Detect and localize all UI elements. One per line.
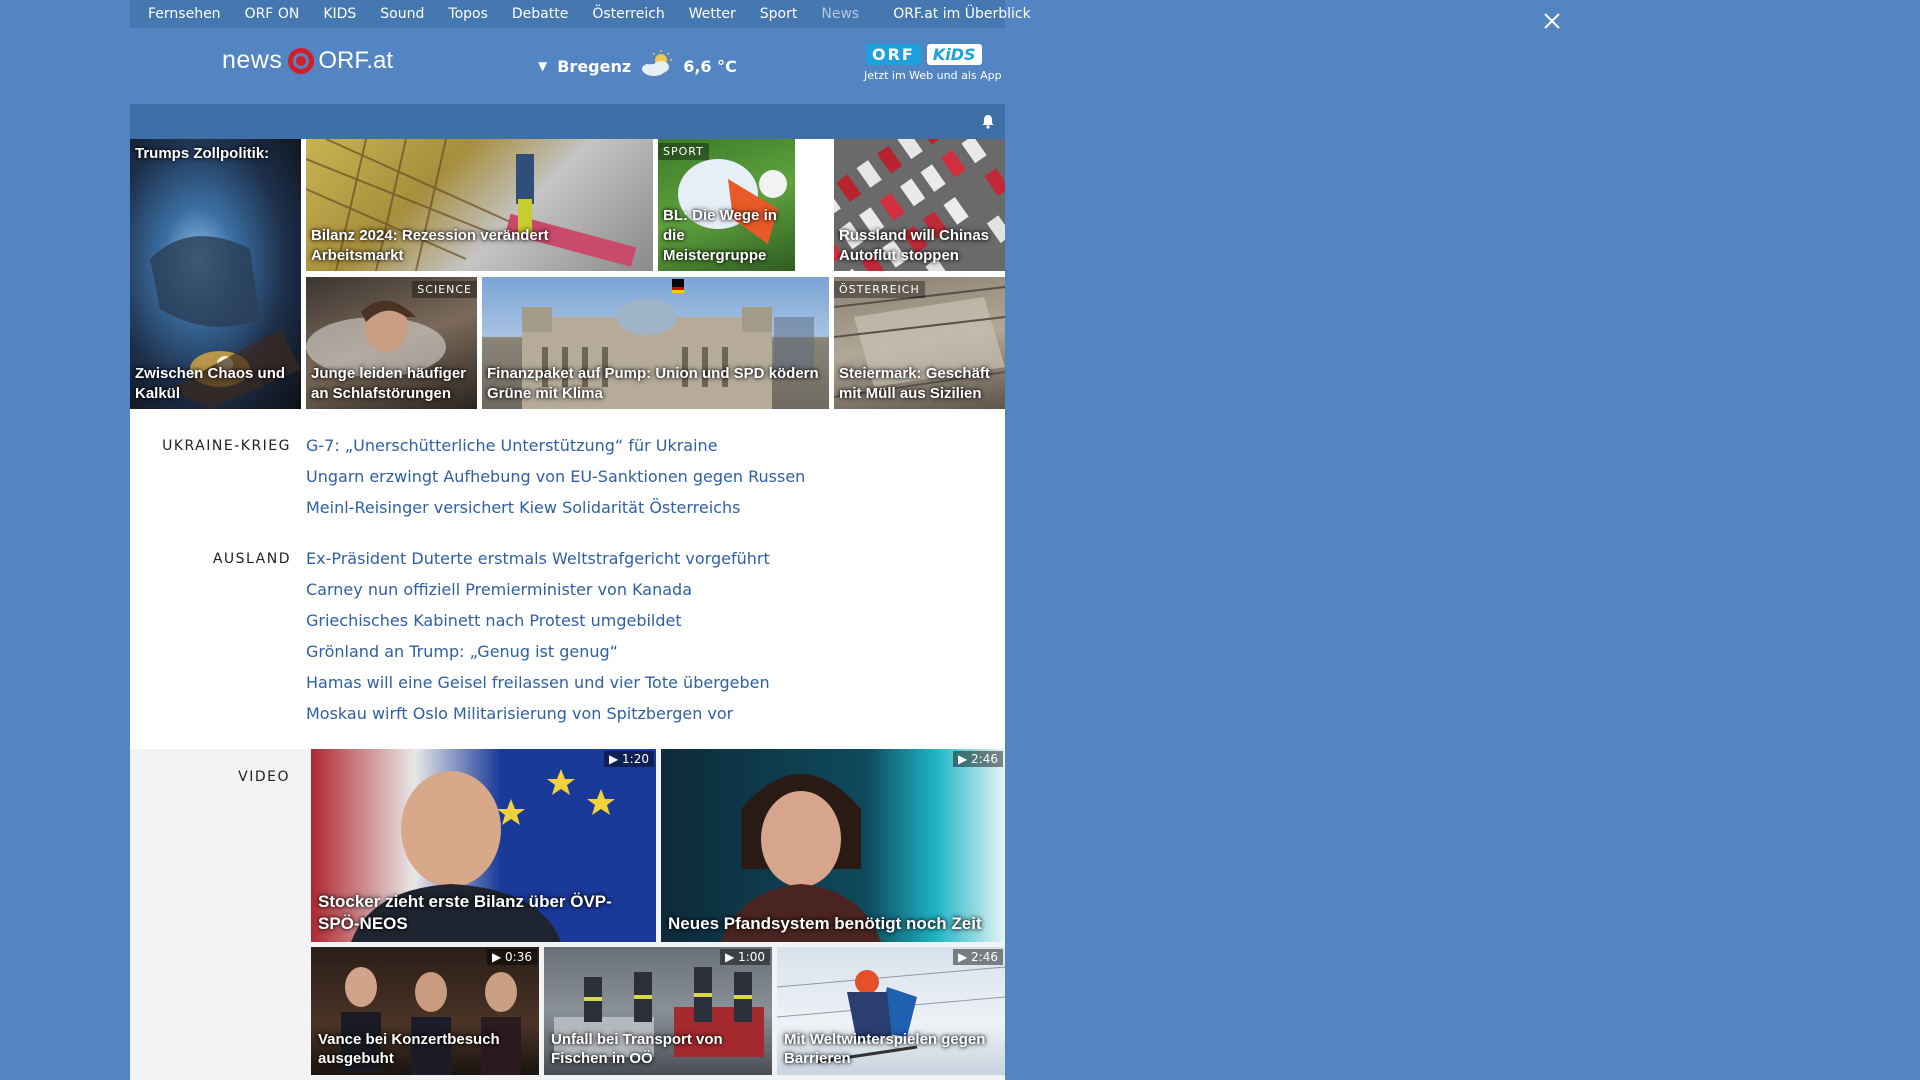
headline-list: G-7: „Unerschütterliche Unterstützung“ f… — [306, 435, 805, 528]
duration-value: 1:20 — [622, 752, 649, 766]
nav-item-sound[interactable]: Sound — [380, 6, 424, 22]
orf-eye-icon — [288, 47, 315, 74]
duration-value: 2:46 — [971, 752, 998, 766]
video-title: Unfall bei Transport von Fischen in OÖ — [551, 1031, 723, 1067]
nav-item-wetter[interactable]: Wetter — [689, 6, 736, 22]
kids-logo-kids: KiDS — [926, 44, 982, 65]
story-tile-arbeitsmarkt[interactable]: Bilanz 2024: Rezession verändert Arbeits… — [306, 139, 653, 271]
nav-item-sport[interactable]: Sport — [760, 6, 798, 22]
video-tile-pfandsystem[interactable]: ▶ 2:46 Neues Pfandsystem benötigt noch Z… — [661, 749, 1005, 942]
story-tile-steiermark[interactable]: ÖSTERREICH Steiermark: Geschäft mit Müll… — [834, 277, 1005, 409]
duration-value: 2:46 — [971, 950, 998, 964]
story-tile-title: Finanzpaket auf Pump: Union und SPD köde… — [487, 365, 819, 402]
video-section: VIDEO ▶ 1:20 Stocker zieht erste Bilanz … — [130, 749, 1005, 1080]
headline-link[interactable]: Meinl-Reisinger versichert Kiew Solidari… — [306, 497, 805, 528]
section-label[interactable]: AUSLAND — [213, 551, 291, 567]
top-navigation: Fernsehen ORF ON KIDS Sound Topos Debatt… — [130, 0, 1031, 28]
story-tile-bundesliga[interactable]: SPORT BL: Die Wege in die Meistergruppe — [658, 139, 795, 271]
story-tile-title: BL: Die Wege in die Meistergruppe — [663, 207, 777, 264]
video-tile-stocker[interactable]: ▶ 1:20 Stocker zieht erste Bilanz über Ö… — [311, 749, 656, 942]
headline-link[interactable]: Ex-Präsident Duterte erstmals Weltstrafg… — [306, 548, 770, 579]
kids-logo: ORF KiDS — [866, 44, 1006, 65]
video-title: Vance bei Konzertbesuch ausgebuht — [318, 1031, 500, 1067]
story-tile-title: Zwischen Chaos und Kalkül — [135, 365, 286, 402]
headline-link[interactable]: Hamas will eine Geisel freilassen und vi… — [306, 672, 770, 703]
nav-item-orf-on[interactable]: ORF ON — [245, 6, 300, 22]
nav-item-fernsehen[interactable]: Fernsehen — [148, 6, 221, 22]
bell-icon[interactable] — [981, 114, 995, 133]
headline-link[interactable]: Ungarn erzwingt Aufhebung von EU-Sanktio… — [306, 466, 805, 497]
nav-item-news[interactable]: News — [821, 6, 859, 22]
video-duration: ▶ 2:46 — [953, 751, 1003, 767]
headline-link[interactable]: Grönland an Trump: „Genug ist genug“ — [306, 641, 770, 672]
close-icon[interactable] — [1540, 9, 1564, 33]
story-tile-schlaf[interactable]: SCIENCE Junge leiden häufiger an Schlafs… — [306, 277, 477, 409]
section-label[interactable]: UKRAINE-KRIEG — [162, 438, 291, 454]
story-tile-finanzpaket[interactable]: Finanzpaket auf Pump: Union und SPD köde… — [482, 277, 829, 409]
partly-cloudy-icon — [639, 50, 675, 82]
weather-widget[interactable]: ▼ Bregenz 6,6 °C — [538, 50, 737, 82]
video-title: Neues Pfandsystem benötigt noch Zeit — [668, 914, 982, 933]
video-duration: ▶ 1:20 — [604, 751, 654, 767]
video-title: Stocker zieht erste Bilanz über ÖVP-SPÖ-… — [318, 892, 612, 933]
story-tile-zollpolitik[interactable]: Trumps Zollpolitik: Zwischen Chaos und K… — [130, 139, 301, 409]
sub-bar — [130, 104, 1005, 139]
story-tile-title: Russland will Chinas Autoflut stoppen — [839, 227, 990, 264]
story-tile-title: Junge leiden häufiger an Schlafstörungen — [311, 365, 467, 402]
kids-logo-orf: ORF — [866, 44, 921, 65]
news-orf-logo[interactable]: news ORF.at — [222, 46, 393, 75]
news-section-ukraine: UKRAINE-KRIEG G-7: „Unerschütterliche Un… — [130, 435, 1005, 538]
story-tile-title: Bilanz 2024: Rezession verändert Arbeits… — [311, 227, 549, 264]
kids-tagline: Jetzt im Web und als App — [864, 69, 1002, 82]
story-tile-autoflut[interactable]: Russland will Chinas Autoflut stoppen — [834, 139, 1005, 271]
triangle-down-icon[interactable]: ▼ — [538, 59, 547, 73]
nav-item-oesterreich[interactable]: Österreich — [592, 6, 664, 22]
news-section-ausland: AUSLAND Ex-Präsident Duterte erstmals We… — [130, 548, 1005, 741]
video-tile-vance[interactable]: ▶ 0:36 Vance bei Konzertbesuch ausgebuht — [311, 947, 539, 1075]
weather-temperature: 6,6 °C — [683, 56, 737, 76]
video-section-label[interactable]: VIDEO — [130, 769, 290, 785]
logo-orf-text: ORF.at — [318, 46, 394, 74]
story-tile-title-top: Trumps Zollpolitik: — [135, 145, 270, 162]
video-tile-weltwinterspiele[interactable]: ▶ 2:46 Mit Weltwinterspielen gegen Barri… — [777, 947, 1005, 1075]
section-tag: SCIENCE — [412, 281, 477, 298]
site-header: news ORF.at ▼ Bregenz 6,6 °C ORF KiDS Je… — [130, 28, 1005, 104]
section-tag: ÖSTERREICH — [834, 281, 925, 298]
nav-item-kids[interactable]: KIDS — [323, 6, 356, 22]
section-tag: SPORT — [658, 143, 709, 160]
orf-kids-promo[interactable]: ORF KiDS Jetzt im Web und als App — [864, 44, 1006, 82]
headline-link[interactable]: Griechisches Kabinett nach Protest umgeb… — [306, 610, 770, 641]
headline-link[interactable]: Carney nun offiziell Premierminister von… — [306, 579, 770, 610]
duration-value: 1:00 — [738, 950, 765, 964]
video-tile-unfall[interactable]: ▶ 1:00 Unfall bei Transport von Fischen … — [544, 947, 772, 1075]
duration-value: 0:36 — [505, 950, 532, 964]
video-title: Mit Weltwinterspielen gegen Barrieren — [784, 1031, 986, 1067]
headline-list: Ex-Präsident Duterte erstmals Weltstrafg… — [306, 548, 770, 734]
nav-item-overview[interactable]: ORF.at im Überblick — [893, 6, 1030, 22]
video-duration: ▶ 1:00 — [720, 949, 770, 965]
video-duration: ▶ 0:36 — [487, 949, 537, 965]
nav-item-debatte[interactable]: Debatte — [512, 6, 568, 22]
headline-link[interactable]: Moskau wirft Oslo Militarisierung von Sp… — [306, 703, 770, 734]
weather-city: Bregenz — [557, 56, 632, 76]
story-tile-title: Steiermark: Geschäft mit Müll aus Sizili… — [839, 365, 990, 402]
headline-link[interactable]: G-7: „Unerschütterliche Unterstützung“ f… — [306, 435, 805, 466]
video-duration: ▶ 2:46 — [953, 949, 1003, 965]
main-content: Trumps Zollpolitik: Zwischen Chaos und K… — [130, 139, 1005, 1080]
logo-news-text: news — [222, 46, 283, 74]
nav-item-topos[interactable]: Topos — [448, 6, 487, 22]
